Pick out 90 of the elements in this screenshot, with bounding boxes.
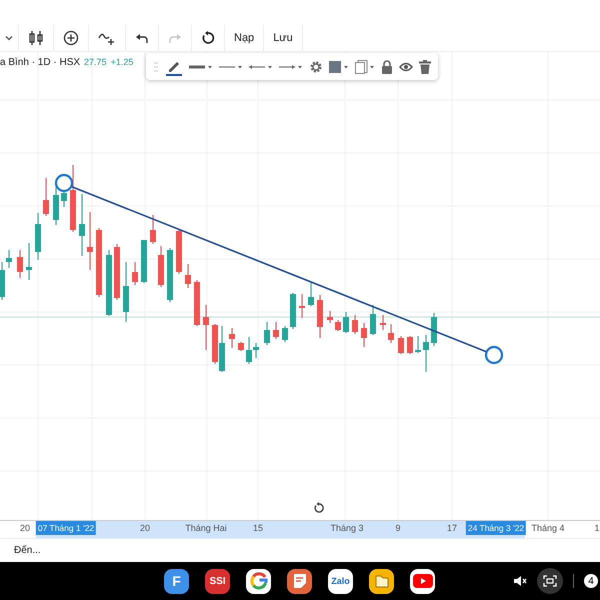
candlestick [26, 242, 32, 280]
candlestick [380, 314, 386, 330]
candlestick [352, 314, 358, 334]
plus-circle-icon [63, 30, 79, 46]
candlestick [141, 240, 147, 284]
candlestick [167, 248, 173, 302]
line-thickness-icon [189, 62, 213, 70]
line-handle[interactable] [54, 174, 74, 192]
candlestick [176, 230, 182, 274]
reload-icon [201, 31, 215, 45]
candlestick [407, 336, 413, 354]
symbol-title: a Bình · 1D · HSX [0, 57, 80, 68]
candlestick [132, 262, 138, 286]
muted-speaker-icon[interactable] [513, 574, 527, 588]
date-marker-label: 24 Tháng 3 '22 [466, 521, 526, 535]
left-arrow-line-icon [249, 62, 273, 70]
app-button[interactable] [410, 568, 435, 594]
price-value: 27.75 [84, 57, 107, 67]
candlestick [282, 326, 288, 342]
candlestick [273, 322, 279, 340]
candlestick [308, 282, 314, 306]
candlestick [106, 250, 112, 316]
candlestick [79, 194, 85, 256]
candlestick [87, 212, 93, 270]
app-icon[interactable]: Zalo [328, 568, 353, 594]
play-button-app-icon [412, 574, 432, 588]
axis-label: 1 [594, 523, 600, 533]
axis-label: 15 [253, 523, 263, 533]
candlestick [203, 304, 209, 350]
caret-icon [4, 33, 14, 43]
candlestick [398, 336, 404, 354]
candlestick [96, 228, 102, 298]
candlestick [299, 294, 305, 318]
candlestick [423, 334, 429, 372]
candlestick [53, 186, 59, 226]
candlestick [431, 312, 437, 346]
candlestick [43, 178, 49, 216]
axis-label: Tháng 3 [330, 523, 364, 533]
right-arrow-line-icon [279, 62, 303, 70]
candlestick [123, 262, 129, 322]
candlestick [185, 264, 191, 288]
candlestick [150, 214, 156, 244]
app-button[interactable] [246, 568, 271, 594]
axis-label: 9 [396, 523, 400, 533]
app-button[interactable] [287, 568, 312, 594]
screen-capture-icon [543, 575, 557, 587]
trash-icon [419, 60, 431, 74]
multicolor-g-icon [250, 572, 268, 590]
candlestick [361, 322, 367, 348]
app-button[interactable] [369, 568, 394, 594]
date-marker-label: 07 Tháng 1 '22 [36, 521, 96, 535]
app-icon[interactable]: SSI [205, 568, 230, 594]
candlestick [317, 294, 323, 338]
lock-icon [381, 60, 393, 74]
fill-square-icon [329, 60, 349, 74]
price-change: +1.25 [110, 57, 134, 67]
candlestick [114, 244, 120, 300]
candlestick [17, 250, 23, 278]
eye-icon [399, 62, 413, 72]
candlestick [158, 246, 164, 288]
candlestick [35, 212, 41, 260]
axis-label: 20 [20, 523, 30, 533]
trend-line[interactable] [70, 185, 488, 353]
axis-label: Tháng Hai [185, 523, 227, 533]
candlestick [70, 164, 76, 232]
axis-label: 20 [140, 523, 150, 533]
candlestick [415, 336, 421, 354]
candlestick [327, 310, 333, 324]
candlestick [335, 320, 341, 332]
reload-icon [313, 502, 325, 514]
axis-label: Tháng 4 [531, 523, 565, 533]
notification-count-badge[interactable]: 4 [584, 574, 598, 588]
candlestick [238, 342, 244, 352]
axis-label: 17 [447, 523, 457, 533]
settings-icon [309, 60, 323, 74]
candlestick [194, 280, 200, 326]
line-handle[interactable] [484, 346, 504, 364]
screenshot-button[interactable] [537, 568, 563, 594]
candlestick [343, 312, 349, 334]
notes-app-icon [292, 573, 306, 589]
folder-app-icon [374, 573, 390, 589]
redo-icon [168, 32, 182, 44]
candlestick [264, 322, 270, 346]
candlestick-icon [28, 30, 44, 46]
candlestick [290, 292, 296, 330]
candlestick [370, 304, 376, 336]
copy-icon [355, 60, 375, 74]
undo-icon [135, 32, 149, 44]
candlestick [229, 328, 235, 348]
candlestick [388, 324, 394, 344]
